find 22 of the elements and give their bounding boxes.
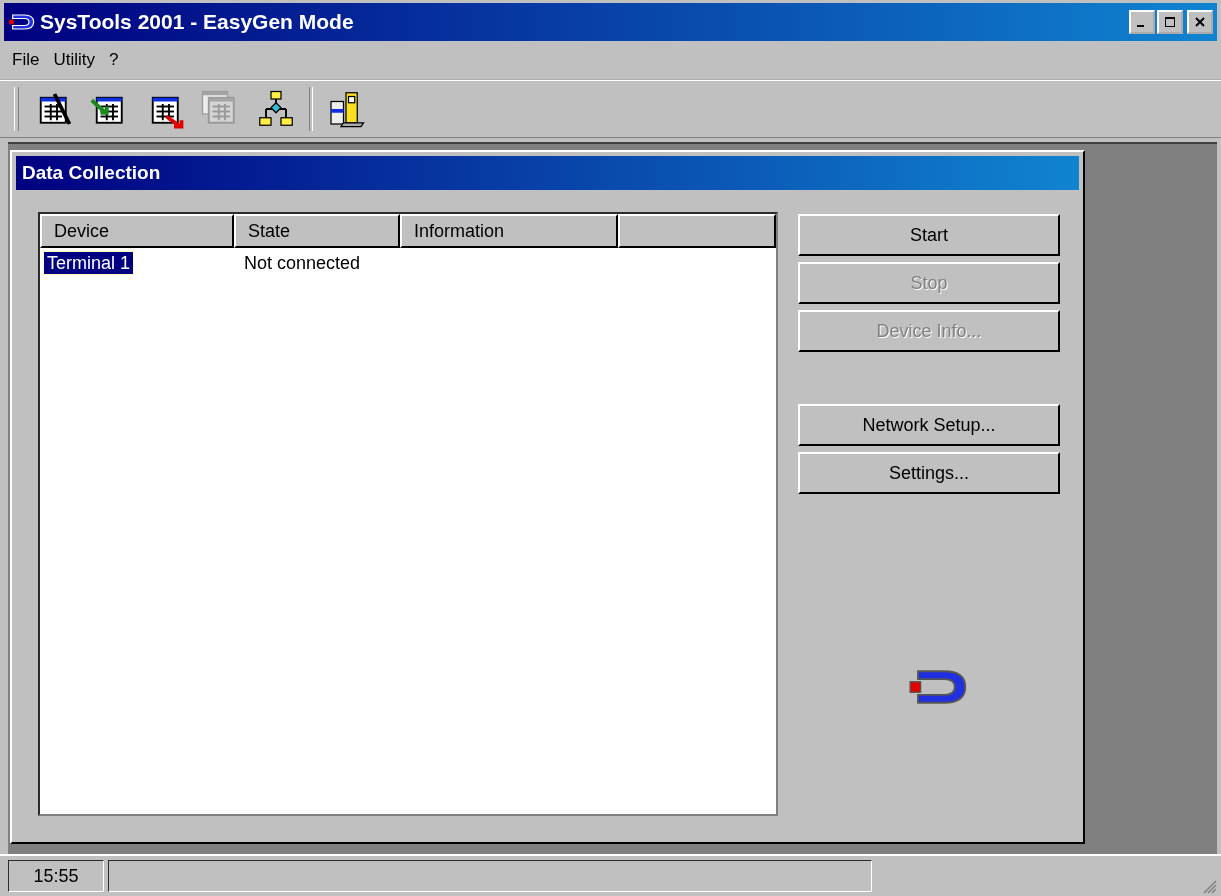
menu-item[interactable]: Utility bbox=[53, 50, 95, 70]
table-cell[interactable]: Terminal 1 bbox=[44, 251, 134, 274]
close-button[interactable] bbox=[1187, 10, 1213, 34]
column-header[interactable]: Information bbox=[400, 214, 618, 248]
table-cell: Not connected bbox=[244, 252, 361, 273]
action-button[interactable]: Settings... bbox=[798, 452, 1060, 494]
window-title: SysTools 2001 - EasyGen Mode bbox=[40, 10, 355, 34]
horseshoe-icon bbox=[8, 12, 36, 32]
maximize-icon bbox=[1164, 16, 1176, 28]
action-button[interactable]: Network Setup... bbox=[798, 404, 1060, 446]
child-window-title: Data Collection bbox=[16, 156, 1079, 190]
menu-item[interactable]: File bbox=[12, 50, 40, 70]
minimize-icon bbox=[1137, 25, 1144, 27]
menu-item[interactable]: ? bbox=[108, 50, 119, 70]
maximize-button[interactable] bbox=[1157, 10, 1183, 34]
column-header[interactable]: Device bbox=[40, 214, 234, 248]
resize-grip-icon bbox=[1201, 878, 1217, 894]
minimize-button[interactable] bbox=[1129, 10, 1155, 34]
column-header[interactable]: State bbox=[234, 214, 400, 248]
close-icon bbox=[1194, 16, 1206, 28]
status-time: 15:55 bbox=[8, 860, 104, 892]
action-button[interactable]: Start bbox=[798, 214, 1060, 256]
